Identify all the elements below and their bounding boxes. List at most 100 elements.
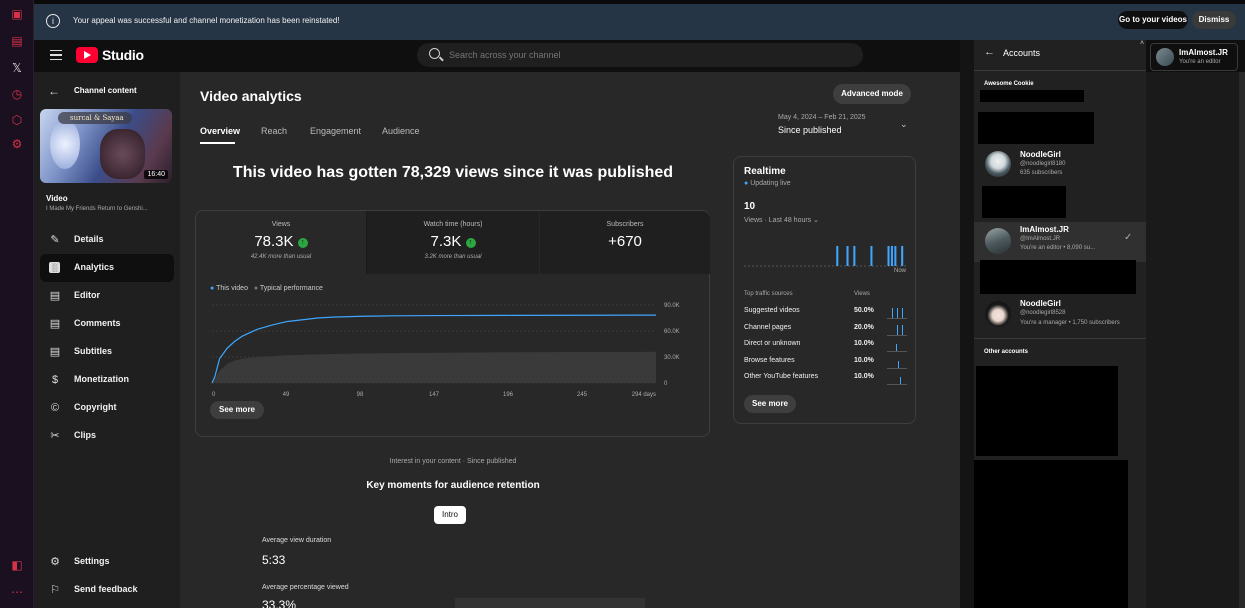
intro-chip[interactable]: Intro	[434, 506, 466, 524]
youtube-logo-icon[interactable]	[76, 47, 98, 63]
bag-icon[interactable]: ▣	[9, 6, 25, 22]
scrollbar[interactable]	[1239, 72, 1245, 608]
metric-subscribers[interactable]: Subscribers +670	[539, 211, 710, 274]
sources-header: Top traffic sources	[744, 291, 793, 297]
active-tab-indicator	[200, 142, 235, 144]
video-thumbnail[interactable]: surcal & Sayaa 16:40	[40, 109, 172, 183]
redacted-block	[976, 366, 1118, 456]
tab-audience[interactable]: Audience	[382, 126, 420, 136]
notification-banner: i Your appeal was successful and channel…	[34, 0, 1245, 40]
realtime-see-more-button[interactable]: See more	[744, 395, 796, 413]
account-item-handle: @noodlegirl8180	[1020, 161, 1066, 167]
account-item[interactable]: NoodleGirl @noodlegirl8180 635 subscribe…	[974, 146, 1146, 182]
editor-icon: ▤	[49, 290, 61, 302]
traffic-source-pct: 20.0%	[854, 323, 874, 331]
account-item-detail: You're an editor • 8,090 su...	[1020, 245, 1096, 251]
scroll-up-icon[interactable]: ˄	[1140, 40, 1144, 47]
search-input[interactable]	[449, 47, 829, 63]
go-to-videos-button[interactable]: Go to your videos	[1118, 11, 1188, 29]
metric-views[interactable]: Views 78.3K ↑ 42.4K more than usual	[196, 211, 367, 274]
pencil-icon: ✎	[50, 234, 60, 246]
date-range: May 4, 2024 – Feb 21, 2025	[778, 114, 866, 121]
realtime-bar	[901, 246, 904, 266]
channel-content-link[interactable]: Channel content	[74, 86, 137, 95]
x-tick-label: 49	[283, 392, 290, 398]
panel-gutter	[960, 40, 974, 608]
x-icon[interactable]: 𝕏	[9, 60, 25, 76]
account-section-label: Awesome Cookie	[984, 81, 1034, 87]
page-title: Video analytics	[200, 88, 302, 104]
traffic-source-pct: 10.0%	[854, 356, 874, 364]
nav-label: Settings	[74, 556, 110, 566]
nav-label: Details	[74, 234, 104, 244]
back-arrow-icon[interactable]: ←	[984, 46, 995, 58]
realtime-bar	[887, 246, 890, 266]
traffic-source-row: Direct or unknown 10.0%	[744, 340, 914, 354]
nav-subtitles[interactable]: ▤ Subtitles	[40, 338, 174, 366]
metric-watch-time[interactable]: Watch time (hours) 7.3K ↑ 3.2K more than…	[367, 211, 539, 274]
realtime-bar	[846, 246, 849, 266]
account-chip[interactable]: ImAlmost.JR You're an editor	[1150, 43, 1238, 71]
nav-label: Comments	[74, 318, 121, 328]
advanced-mode-button[interactable]: Advanced mode	[833, 84, 911, 104]
divider	[974, 70, 1146, 71]
redacted-block	[980, 90, 1084, 102]
search-bar[interactable]	[417, 43, 863, 67]
calendar-icon[interactable]: ▤	[9, 33, 25, 49]
retention-subtitle: Interest in your content · Since publish…	[389, 458, 517, 465]
nav-label: Analytics	[74, 262, 115, 272]
account-item-selected[interactable]: ImAlmost.JR @ImAlmost.JR You're an edito…	[974, 222, 1146, 262]
more-icon[interactable]: ⋯	[9, 584, 25, 600]
avatar	[985, 301, 1011, 327]
see-more-button[interactable]: See more	[210, 401, 264, 419]
nav-settings[interactable]: ⚙ Settings	[40, 548, 174, 576]
accounts-title: Accounts	[1003, 48, 1041, 58]
redacted-block	[978, 112, 1094, 144]
realtime-title: Realtime	[744, 166, 786, 177]
checkmark-icon: ✓	[1124, 232, 1133, 243]
tab-reach[interactable]: Reach	[261, 126, 287, 136]
realtime-bar	[894, 246, 897, 266]
date-range-selector[interactable]: May 4, 2024 – Feb 21, 2025 Since publish…	[778, 114, 918, 142]
metric-label: Subscribers	[606, 221, 644, 228]
box-icon[interactable]: ⬡	[9, 112, 25, 128]
image-icon[interactable]: ◧	[9, 557, 25, 573]
chart-legend: ● This video ● Typical performance	[210, 285, 323, 292]
nav-copyright[interactable]: © Copyright	[40, 394, 174, 422]
account-item-handle: @noodlegirl8528	[1020, 310, 1066, 316]
nav-send-feedback[interactable]: ⚐ Send feedback	[40, 576, 174, 604]
account-item[interactable]: NoodleGirl @noodlegirl8528 You're a mana…	[974, 296, 1146, 336]
gear-icon[interactable]: ⚙	[9, 136, 25, 152]
avg-pct-value: 33.3%	[262, 598, 297, 608]
legend-dot-icon: ●	[210, 285, 215, 292]
traffic-source-pct: 10.0%	[854, 340, 874, 347]
tab-engagement[interactable]: Engagement	[310, 126, 361, 136]
live-dot-icon: ●	[744, 180, 749, 187]
nav-analytics[interactable]: ░ Analytics	[40, 254, 174, 282]
nav-editor[interactable]: ▤ Editor	[40, 282, 174, 310]
views-line-chart: 90.0K 60.0K 30.0K 0 0 49 98 147 196 245 294 days	[211, 303, 680, 398]
sparkline-bar	[900, 377, 901, 384]
chevron-down-icon: ⌄	[813, 217, 820, 224]
nav-comments[interactable]: ▤ Comments	[40, 310, 174, 338]
traffic-source-name: Channel pages	[744, 323, 792, 331]
x-tick-label: 98	[357, 392, 364, 398]
views-headline: This video has gotten 78,329 views since…	[232, 164, 674, 181]
legend-label: Typical performance	[259, 285, 323, 292]
nav-label: Monetization	[74, 374, 129, 384]
tab-overview[interactable]: Overview	[200, 126, 240, 136]
now-label: Now	[894, 268, 907, 274]
traffic-sparkline	[887, 373, 907, 385]
clock-icon[interactable]: ◷	[9, 86, 25, 102]
traffic-sparkline	[887, 324, 907, 336]
nav-details[interactable]: ✎ Details	[40, 226, 174, 254]
metric-value: +670	[608, 233, 642, 250]
dismiss-button[interactable]: Dismiss	[1192, 11, 1236, 29]
back-arrow-icon[interactable]: ←	[48, 84, 60, 98]
realtime-period[interactable]: Views · Last 48 hours ⌄	[744, 216, 819, 224]
menu-icon[interactable]	[50, 50, 62, 60]
retention-chart-placeholder	[455, 598, 645, 608]
nav-clips[interactable]: ✂ Clips	[40, 422, 174, 450]
nav-label: Clips	[74, 430, 97, 440]
nav-monetization[interactable]: $ Monetization	[40, 366, 174, 394]
